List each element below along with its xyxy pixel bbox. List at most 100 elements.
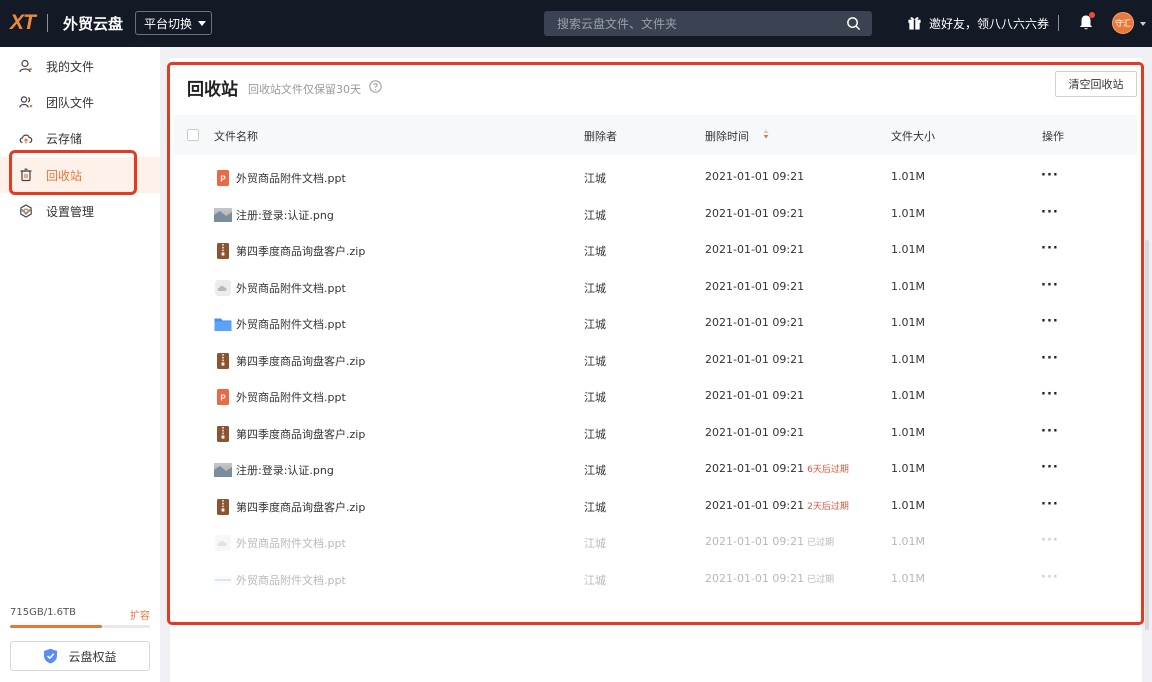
clear-recycle-bin-button[interactable]: 清空回收站	[1055, 71, 1137, 97]
table-row[interactable]: 外贸商品附件文档.ppt 江城 2021-01-01 09:21 1.01M ···	[174, 305, 1137, 341]
file-size: 1.01M	[891, 425, 925, 439]
table-row[interactable]: 注册:登录:认证.png 江城 2021-01-01 09:21 6天后过期 1.01M…	[174, 451, 1137, 487]
search-input[interactable]	[557, 16, 837, 31]
table-row[interactable]: 注册:登录:认证.png 江城 2021-01-01 09:21 1.01M ···	[174, 196, 1137, 232]
deleted-time-value: 2021-01-01 09:21	[705, 498, 805, 512]
file-name[interactable]: 外贸商品附件文档.ppt	[236, 389, 346, 405]
file-size: 1.01M	[891, 389, 925, 402]
more-actions-icon[interactable]: ···	[1041, 168, 1059, 183]
highlight-box-nav	[9, 150, 137, 195]
topbar-divider	[1058, 15, 1059, 31]
more-actions-icon[interactable]: ···	[1041, 351, 1059, 366]
deleted-time-value: 2021-01-01 09:21	[705, 571, 805, 585]
file-name[interactable]: 外贸商品附件文档.ppt	[236, 170, 346, 186]
image-file-icon	[214, 206, 232, 224]
storage-progress-fill	[10, 625, 103, 628]
file-name[interactable]: 外贸商品附件文档.ppt	[236, 535, 346, 551]
column-header-deleted-time[interactable]: 删除时间	[705, 128, 749, 144]
file-name[interactable]: 第四季度商品询盘客户.zip	[236, 426, 365, 442]
column-header-deleter[interactable]: 删除者	[584, 128, 617, 144]
select-all-checkbox[interactable]	[187, 129, 199, 141]
deleted-time-value: 2021-01-01 09:21	[705, 316, 805, 329]
table-header: 文件名称 删除者 删除时间 文件大小 操作	[174, 115, 1137, 155]
table-row[interactable]: 外贸商品附件文档.ppt 江城 2021-01-01 09:21 已过期 1.01M ··…	[174, 524, 1137, 560]
svg-text:P: P	[220, 394, 226, 403]
svg-text:P: P	[220, 175, 226, 184]
expiry-status: 已过期	[807, 538, 835, 548]
invite-link[interactable]: 邀好友，领八八六六券	[929, 15, 1049, 32]
sidebar-item-my-files[interactable]: 我的文件	[0, 48, 160, 84]
deleted-time-value: 2021-01-01 09:21	[705, 352, 805, 366]
deleted-time: 2021-01-01 09:21	[705, 389, 807, 402]
deleter-name: 江城	[584, 537, 606, 550]
zip-file-icon	[214, 425, 232, 443]
app-logo[interactable]: XT	[10, 11, 36, 35]
deleter-name: 江城	[584, 391, 606, 404]
file-name[interactable]: 第四季度商品询盘客户.zip	[236, 243, 365, 259]
file-name[interactable]: 注册:登录:认证.png	[236, 462, 334, 478]
cloud-icon	[19, 134, 33, 144]
app-title: 外贸云盘	[63, 15, 124, 33]
file-name[interactable]: 第四季度商品询盘客户.zip	[236, 499, 365, 515]
file-size: 1.01M	[891, 170, 925, 183]
table-row[interactable]: 第四季度商品询盘客户.zip 江城 2021-01-01 09:21 2天后过期 1.0…	[174, 488, 1137, 524]
expiry-status: 已过期	[807, 574, 835, 585]
column-header-name[interactable]: 文件名称	[214, 128, 258, 144]
search-box[interactable]	[544, 11, 872, 36]
sort-icon[interactable]	[763, 129, 769, 139]
file-name[interactable]: 注册:登录:认证.png	[236, 207, 334, 223]
deleted-time-value: 2021-01-01 09:21	[705, 279, 805, 293]
team-icon	[19, 96, 33, 108]
more-actions-icon[interactable]: ···	[1041, 497, 1059, 512]
deleter-name: 江城	[584, 208, 606, 222]
scrollbar[interactable]	[1145, 240, 1149, 630]
zip-file-icon	[214, 352, 232, 370]
gift-icon[interactable]	[907, 15, 922, 30]
deleted-time-value: 2021-01-01 09:21	[705, 389, 805, 402]
more-actions-icon[interactable]: ···	[1041, 241, 1059, 256]
more-actions-icon[interactable]: ···	[1041, 387, 1059, 402]
table-row[interactable]: P 外贸商品附件文档.ppt 江城 2021-01-01 09:21 1.01M ···	[174, 159, 1137, 195]
deleted-time-value: 2021-01-01 09:21	[705, 170, 805, 183]
logo-divider	[47, 14, 48, 32]
file-name[interactable]: 外贸商品附件文档.ppt	[236, 280, 346, 296]
chevron-down-icon	[19, 207, 33, 215]
sidebar-item-team-files[interactable]: 团队文件	[0, 84, 160, 120]
file-size: 1.01M	[891, 462, 925, 475]
file-size: 1.01M	[891, 243, 925, 256]
sidebar-item-settings[interactable]: 设置管理	[0, 193, 160, 229]
file-size: 1.01M	[891, 279, 925, 293]
more-actions-icon[interactable]: ···	[1041, 570, 1059, 585]
more-actions-icon[interactable]: ···	[1041, 424, 1059, 439]
deleted-time-value: 2021-01-01 09:21	[705, 462, 805, 475]
more-actions-icon[interactable]: ···	[1041, 314, 1059, 329]
search-icon[interactable]	[846, 16, 861, 31]
more-actions-icon[interactable]: ···	[1041, 278, 1059, 293]
help-icon[interactable]	[369, 80, 382, 93]
ppt-file-icon: P	[214, 388, 232, 406]
more-actions-icon[interactable]: ···	[1041, 205, 1059, 220]
file-name[interactable]: 外贸商品附件文档.ppt	[236, 572, 346, 588]
file-name[interactable]: 外贸商品附件文档.ppt	[236, 316, 346, 332]
table-row[interactable]: 外贸商品附件文档.ppt 江城 2021-01-01 09:21 1.01M ···	[174, 269, 1137, 305]
table-row[interactable]: 第四季度商品询盘客户.zip 江城 2021-01-01 09:21 1.01M ···	[174, 415, 1137, 451]
cloud-benefits-button[interactable]: 云盘权益	[10, 641, 150, 671]
more-actions-icon[interactable]: ···	[1041, 533, 1059, 548]
table-row[interactable]: 第四季度商品询盘客户.zip 江城 2021-01-01 09:21 1.01M ···	[174, 232, 1137, 268]
image-file-icon	[214, 461, 232, 479]
deleted-time: 2021-01-01 09:21 2天后过期	[705, 499, 849, 512]
table-row[interactable]: P 外贸商品附件文档.ppt 江城 2021-01-01 09:21 1.01M ···	[174, 378, 1137, 414]
expand-storage-link[interactable]: 扩容	[130, 607, 150, 622]
deleted-time-value: 2021-01-01 09:21	[705, 243, 805, 256]
avatar-caret-icon[interactable]	[1140, 22, 1146, 26]
table-row[interactable]: 外贸商品附件文档.ppt 江城 2021-01-01 09:21 已过期 1.01M ··…	[174, 561, 1137, 597]
file-name[interactable]: 第四季度商品询盘客户.zip	[236, 353, 365, 369]
more-actions-icon[interactable]: ···	[1041, 460, 1059, 475]
sidebar: 我的文件 团队文件 云存储 回收站 设置管理	[0, 47, 160, 682]
table-row[interactable]: 第四季度商品询盘客户.zip 江城 2021-01-01 09:21 1.01M ···	[174, 342, 1137, 378]
file-size: 1.01M	[891, 352, 925, 366]
recycle-bin-panel: 回收站 回收站文件仅保留30天 清空回收站 文件名称 删除者 删除时间 文件大小…	[170, 58, 1142, 682]
column-header-size[interactable]: 文件大小	[891, 128, 935, 144]
platform-switch-button[interactable]: 平台切换	[135, 11, 212, 35]
avatar[interactable]: 守汇	[1112, 12, 1134, 34]
